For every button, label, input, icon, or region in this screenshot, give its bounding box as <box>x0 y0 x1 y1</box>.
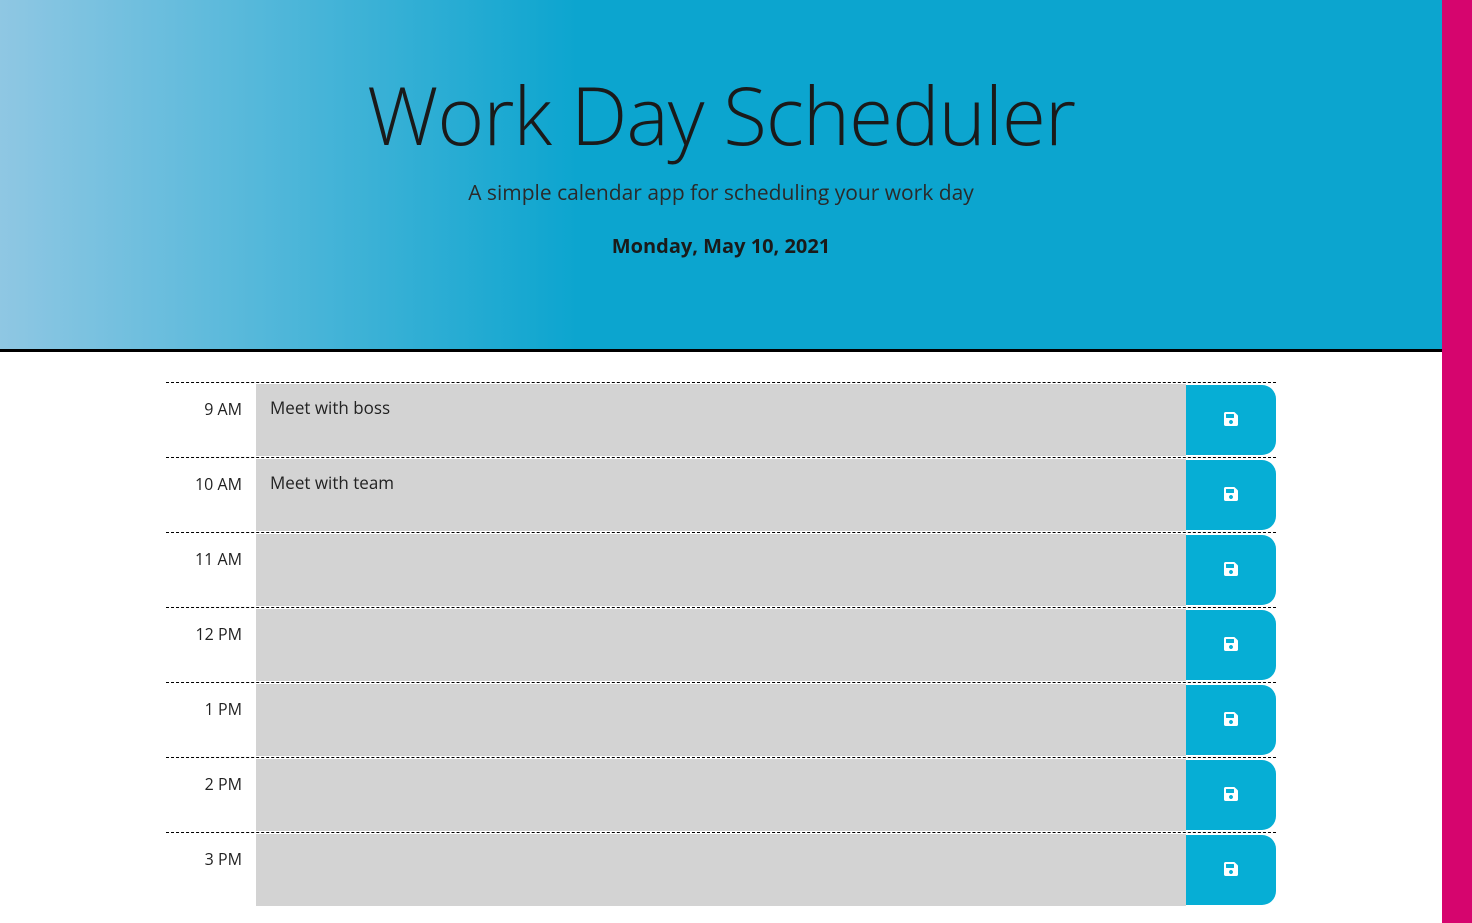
hour-label: 11 AM <box>166 533 256 607</box>
time-block-9am: 9 AM <box>166 382 1276 457</box>
save-button-9am[interactable] <box>1186 385 1276 455</box>
task-input-9am[interactable] <box>256 383 1186 457</box>
page-title: Work Day Scheduler <box>20 60 1422 169</box>
save-icon <box>1223 561 1239 580</box>
time-block-3pm: 3 PM <box>166 832 1276 907</box>
save-button-3pm[interactable] <box>1186 835 1276 905</box>
time-block-1pm: 1 PM <box>166 682 1276 757</box>
task-input-2pm[interactable] <box>256 758 1186 832</box>
save-icon <box>1223 636 1239 655</box>
time-block-12pm: 12 PM <box>166 607 1276 682</box>
hour-label: 1 PM <box>166 683 256 757</box>
hour-label: 3 PM <box>166 833 256 907</box>
time-block-11am: 11 AM <box>166 532 1276 607</box>
save-icon <box>1223 786 1239 805</box>
task-input-12pm[interactable] <box>256 608 1186 682</box>
current-date: Monday, May 10, 2021 <box>20 232 1422 259</box>
task-input-10am[interactable] <box>256 458 1186 532</box>
save-button-10am[interactable] <box>1186 460 1276 530</box>
save-icon <box>1223 861 1239 880</box>
task-input-3pm[interactable] <box>256 833 1186 907</box>
hour-label: 9 AM <box>166 383 256 457</box>
save-icon <box>1223 711 1239 730</box>
page-subtitle: A simple calendar app for scheduling you… <box>20 179 1422 207</box>
header: Work Day Scheduler A simple calendar app… <box>0 0 1442 352</box>
save-button-1pm[interactable] <box>1186 685 1276 755</box>
schedule-container: 9 AM 10 AM 11 AM 12 PM <box>151 382 1291 907</box>
save-button-2pm[interactable] <box>1186 760 1276 830</box>
hour-label: 10 AM <box>166 458 256 532</box>
time-block-10am: 10 AM <box>166 457 1276 532</box>
task-input-1pm[interactable] <box>256 683 1186 757</box>
save-button-12pm[interactable] <box>1186 610 1276 680</box>
hour-label: 12 PM <box>166 608 256 682</box>
time-block-2pm: 2 PM <box>166 757 1276 832</box>
save-icon <box>1223 411 1239 430</box>
save-button-11am[interactable] <box>1186 535 1276 605</box>
task-input-11am[interactable] <box>256 533 1186 607</box>
hour-label: 2 PM <box>166 758 256 832</box>
save-icon <box>1223 486 1239 505</box>
